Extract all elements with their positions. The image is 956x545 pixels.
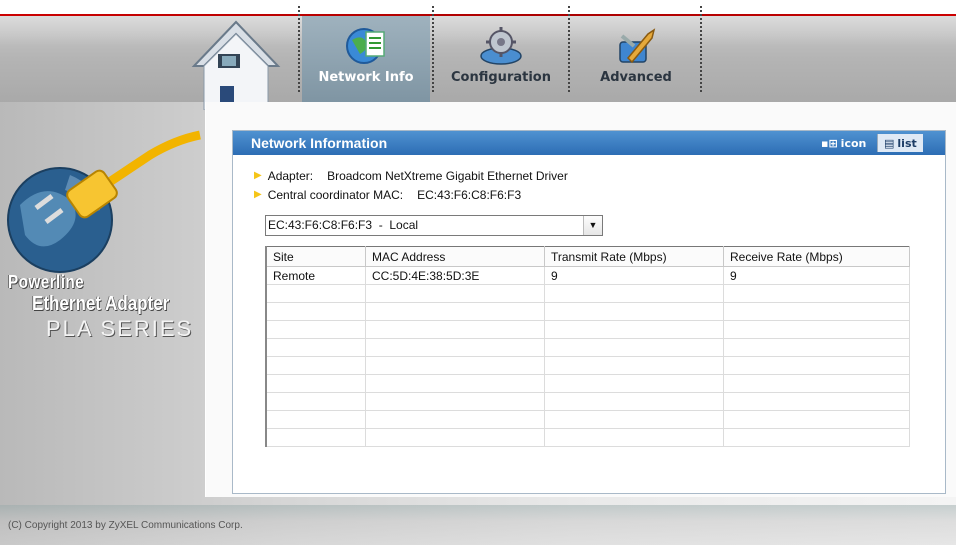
table-cell [544,284,724,303]
table-cell [544,320,724,339]
table-cell [265,356,366,375]
table-cell [265,392,366,411]
toolbar-separator [700,6,702,92]
table-cell [365,284,545,303]
table-cell [723,320,910,339]
chevron-down-icon[interactable]: ▼ [583,216,602,235]
column-header-site[interactable]: Site [265,246,366,267]
table-cell [265,410,366,429]
adapter-value: Broadcom NetXtreme Gigabit Ethernet Driv… [327,168,568,183]
table-cell [265,302,366,321]
advanced-wrench-icon [619,28,656,64]
table-cell [544,410,724,429]
home-icon [191,20,281,111]
table-cell: 9 [723,266,910,285]
tab-configuration[interactable]: Configuration [436,16,566,102]
tab-network-info[interactable]: Network Info [302,16,430,102]
table-cell [723,302,910,321]
column-header-receive[interactable]: Receive Rate (Mbps) [723,246,910,267]
tab-network-info-label: Network Info [318,70,414,85]
table-header-row: Site MAC Address Transmit Rate (Mbps) Re… [265,246,910,267]
table-cell [544,392,724,411]
table-cell [544,374,724,393]
toolbar-separator [568,6,570,92]
adapter-row: ▶ Adapter: Broadcom NetXtreme Gigabit Et… [254,166,568,185]
table-row[interactable] [265,284,910,303]
product-name: Powerline Ethernet Adapter PLA SERIES [8,272,194,342]
table-cell [365,428,545,447]
icon-view-icon: ▪⊞ [821,136,838,150]
table-cell [544,338,724,357]
network-info-summary: ▶ Adapter: Broadcom NetXtreme Gigabit Et… [254,166,568,204]
table-cell [544,356,724,375]
toolbar-separator [298,6,300,92]
home-button[interactable] [190,18,282,113]
table-cell [723,374,910,393]
coordinator-value: EC:43:F6:C8:F6:F3 [417,187,522,202]
adapter-label: Adapter: [267,168,314,183]
remote-devices-table: Site MAC Address Transmit Rate (Mbps) Re… [265,246,910,447]
table-row[interactable] [265,410,910,429]
table-cell [365,338,545,357]
view-icon-label: icon [840,136,867,150]
table-cell: Remote [265,266,366,285]
view-list-label: list [897,136,917,150]
table-cell [365,392,545,411]
top-strip [0,0,956,14]
table-cell [265,428,366,447]
device-select-value: EC:43:F6:C8:F6:F3 - Local [268,218,419,232]
table-cell [723,338,910,357]
table-cell [723,392,910,411]
column-header-mac[interactable]: MAC Address [365,246,545,267]
product-line-2: Ethernet Adapter [32,293,170,315]
table-cell [365,302,545,321]
table-cell: CC:5D:4E:38:5D:3E [365,266,545,285]
table-cell [544,428,724,447]
toolbar-separator [432,6,434,92]
table-cell [723,284,910,303]
product-series: PLA SERIES [46,316,194,341]
table-cell [723,428,910,447]
table-cell [365,356,545,375]
table-row[interactable] [265,356,910,375]
panel-title: Network Information [251,135,388,151]
coordinator-row: ▶ Central coordinator MAC: EC:43:F6:C8:F… [254,185,568,204]
panel-title-bar: Network Information ▪⊞ icon ▤ list [233,131,945,155]
column-header-transmit[interactable]: Transmit Rate (Mbps) [544,246,724,267]
bullet-icon: ▶ [254,189,262,200]
table-cell [265,374,366,393]
table-cell [265,338,366,357]
tab-advanced[interactable]: Advanced [572,16,700,102]
table-row[interactable] [265,392,910,411]
list-view-icon: ▤ [884,136,895,150]
table-row[interactable] [265,374,910,393]
network-globe-icon [346,28,385,64]
table-cell [265,320,366,339]
table-row[interactable]: Remote CC:5D:4E:38:5D:3E 9 9 [265,266,910,285]
coordinator-label: Central coordinator MAC: [267,187,404,202]
view-list-button[interactable]: ▤ list [877,134,923,152]
table-cell [365,410,545,429]
table-cell [365,374,545,393]
table-cell [723,410,910,429]
table-row[interactable] [265,320,910,339]
bullet-icon: ▶ [254,170,262,181]
tab-configuration-label: Configuration [451,70,551,85]
app-window: Network Info Configuration Advanced Powe… [0,0,956,545]
copyright-text: (C) Copyright 2013 by ZyXEL Communicatio… [8,520,243,531]
table-cell [544,302,724,321]
table-cell [265,284,366,303]
powerline-plug-illustration [7,130,201,273]
table-row[interactable] [265,428,910,447]
table-cell: 9 [544,266,724,285]
device-select[interactable]: EC:43:F6:C8:F6:F3 - Local ▼ [265,215,603,236]
product-line-1: Powerline [8,272,85,292]
table-cell [723,356,910,375]
tab-advanced-label: Advanced [600,70,672,85]
view-icon-button[interactable]: ▪⊞ icon [815,134,872,152]
table-cell [365,320,545,339]
table-row[interactable] [265,302,910,321]
configuration-gear-icon [480,27,522,65]
table-row[interactable] [265,338,910,357]
